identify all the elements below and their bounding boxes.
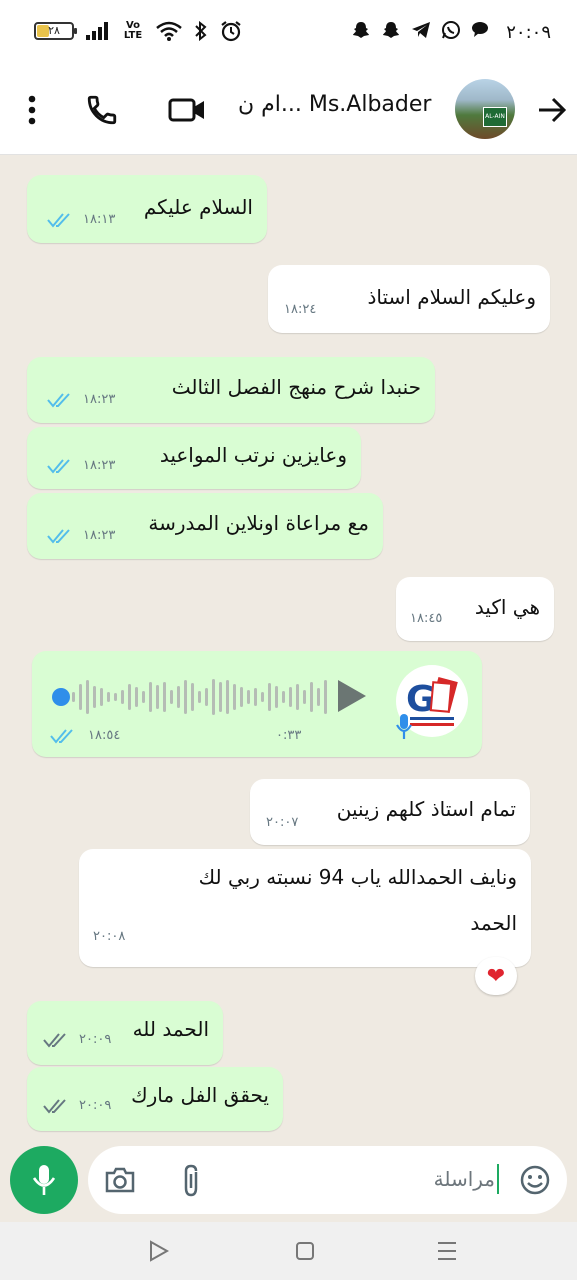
voice-message-bubble[interactable]: G ١٨:٥٤ ٠:٣٣ bbox=[32, 651, 482, 757]
message-text-line-1: ونايف الحمدالله ياب 94 نسبته ربي لك bbox=[198, 865, 517, 889]
avatar[interactable]: AL-AIN bbox=[455, 79, 515, 139]
message-time: ١٨:٢٣ bbox=[83, 392, 116, 407]
message-placeholder: مراسلة bbox=[433, 1167, 495, 1191]
microphone-icon bbox=[32, 1165, 56, 1195]
status-icons-right bbox=[351, 20, 491, 40]
mic-icon bbox=[396, 714, 412, 739]
message-time: ٢٠:٠٧ bbox=[266, 815, 299, 830]
message-text: يحقق الفل مارك bbox=[131, 1083, 269, 1107]
camera-icon[interactable] bbox=[104, 1166, 136, 1194]
message-time: ١٨:٥٤ bbox=[88, 728, 121, 743]
attach-icon[interactable] bbox=[180, 1164, 204, 1198]
system-navigation-bar bbox=[0, 1222, 577, 1280]
record-voice-button[interactable] bbox=[10, 1146, 78, 1214]
message-bubble-incoming[interactable]: تمام استاذ كلهم زينين ٢٠:٠٧ bbox=[250, 779, 530, 845]
message-bubble-incoming[interactable]: وعليكم السلام استاذ ١٨:٢٤ bbox=[268, 265, 550, 333]
message-text: السلام عليكم bbox=[143, 195, 253, 219]
message-text-line-2: الحمد bbox=[470, 911, 517, 935]
read-receipt-icon bbox=[47, 529, 70, 544]
message-text: هي اكيد bbox=[474, 595, 540, 619]
message-bubble-incoming[interactable]: ونايف الحمدالله ياب 94 نسبته ربي لك الحم… bbox=[79, 849, 531, 967]
video-camera-icon bbox=[168, 98, 204, 122]
message-time: ١٨:١٣ bbox=[83, 212, 116, 227]
voice-progress-dot[interactable] bbox=[52, 688, 70, 706]
contact-name[interactable]: ام ن... Ms.Albader bbox=[238, 92, 431, 117]
phone-icon bbox=[87, 95, 117, 125]
message-time: ٢٠:٠٩ bbox=[79, 1098, 112, 1113]
message-text: حنبدا شرح منهج الفصل الثالث bbox=[171, 375, 421, 399]
arrow-right-icon bbox=[539, 97, 567, 123]
play-icon[interactable] bbox=[336, 678, 368, 714]
message-bubble-outgoing[interactable]: يحقق الفل مارك ٢٠:٠٩ bbox=[27, 1067, 283, 1131]
battery-level: ٢٨ bbox=[48, 24, 60, 37]
read-receipt-icon bbox=[47, 213, 70, 228]
signal-icon bbox=[86, 22, 108, 40]
message-bubble-outgoing[interactable]: مع مراعاة اونلاين المدرسة ١٨:٢٣ bbox=[27, 493, 383, 559]
more-vertical-icon bbox=[28, 95, 36, 125]
message-time: ١٨:٢٣ bbox=[83, 528, 116, 543]
voice-call-button[interactable] bbox=[80, 88, 124, 132]
voice-duration: ٠:٣٣ bbox=[276, 728, 302, 743]
video-call-button[interactable] bbox=[164, 88, 210, 132]
alarm-icon bbox=[221, 21, 241, 42]
delivered-receipt-icon bbox=[43, 1099, 66, 1114]
recents-nav-icon[interactable] bbox=[436, 1240, 458, 1262]
message-list[interactable]: السلام عليكم ١٨:١٣ وعليكم السلام استاذ ١… bbox=[0, 155, 577, 1140]
message-bubble-outgoing[interactable]: حنبدا شرح منهج الفصل الثالث ١٨:٢٣ bbox=[27, 357, 435, 423]
status-time: ٢٠:٠٩ bbox=[506, 22, 551, 43]
voice-waveform[interactable] bbox=[72, 677, 327, 717]
whatsapp-icon bbox=[442, 21, 460, 39]
message-text: الحمد لله bbox=[132, 1017, 209, 1041]
reaction-badge[interactable]: ❤ bbox=[475, 957, 517, 995]
message-text: تمام استاذ كلهم زينين bbox=[336, 797, 516, 821]
messages-icon bbox=[472, 22, 488, 37]
message-time: ١٨:٢٤ bbox=[284, 302, 317, 317]
compose-bar: مراسلة bbox=[0, 1140, 577, 1222]
avatar-sign: AL-AIN bbox=[483, 107, 507, 127]
message-time: ١٨:٤٥ bbox=[410, 611, 443, 626]
telegram-icon bbox=[412, 22, 430, 38]
message-input[interactable]: مراسلة bbox=[88, 1146, 567, 1214]
message-text: وعايزين نرتب المواعيد bbox=[159, 443, 347, 467]
wifi-icon bbox=[156, 21, 182, 41]
message-bubble-outgoing[interactable]: وعايزين نرتب المواعيد ١٨:٢٣ bbox=[27, 427, 361, 489]
back-nav-icon[interactable] bbox=[148, 1240, 170, 1262]
home-nav-icon[interactable] bbox=[295, 1241, 315, 1261]
read-receipt-icon bbox=[47, 459, 70, 474]
volte-label: Vo LTE bbox=[123, 20, 143, 41]
message-bubble-incoming[interactable]: هي اكيد ١٨:٤٥ bbox=[396, 577, 554, 641]
message-time: ٢٠:٠٩ bbox=[79, 1032, 112, 1047]
text-caret bbox=[497, 1164, 499, 1194]
delivered-receipt-icon bbox=[43, 1033, 66, 1048]
bluetooth-icon bbox=[195, 21, 207, 41]
message-time: ٢٠:٠٨ bbox=[93, 929, 126, 944]
read-receipt-icon bbox=[47, 393, 70, 408]
more-options-button[interactable] bbox=[14, 88, 50, 132]
heart-icon: ❤ bbox=[486, 963, 506, 989]
message-bubble-outgoing[interactable]: السلام عليكم ١٨:١٣ bbox=[27, 175, 267, 243]
status-icons-left: ٢٨ Vo LTE bbox=[34, 20, 242, 42]
status-bar: ٢٨ Vo LTE ٢٠:٠٩ bbox=[0, 0, 577, 66]
message-bubble-outgoing[interactable]: الحمد لله ٢٠:٠٩ bbox=[27, 1001, 223, 1065]
message-text: مع مراعاة اونلاين المدرسة bbox=[148, 511, 369, 535]
back-button[interactable] bbox=[532, 88, 572, 132]
snapchat-icon-2 bbox=[383, 22, 399, 38]
message-time: ١٨:٢٣ bbox=[83, 458, 116, 473]
message-text: وعليكم السلام استاذ bbox=[367, 285, 536, 309]
emoji-icon[interactable] bbox=[519, 1164, 551, 1196]
battery-icon: ٢٨ bbox=[34, 22, 77, 40]
chat-header: ام ن... Ms.Albader AL-AIN bbox=[0, 66, 577, 155]
snapchat-icon bbox=[353, 22, 369, 38]
read-receipt-icon bbox=[50, 729, 73, 744]
